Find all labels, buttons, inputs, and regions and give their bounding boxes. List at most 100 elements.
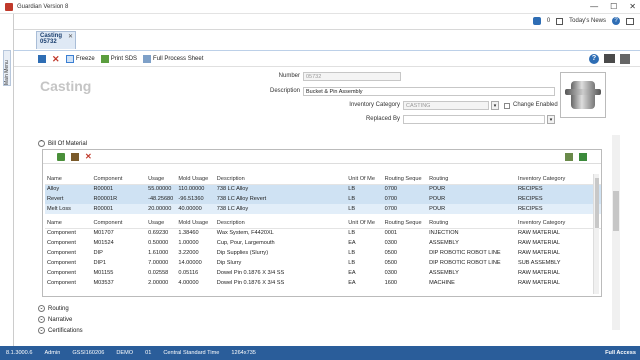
exit-record-icon[interactable] <box>620 54 630 64</box>
inventory-category-dropdown[interactable]: ▾ <box>491 101 499 110</box>
calendar-icon[interactable] <box>556 17 564 25</box>
full-process-sheet-button[interactable]: Full Process Sheet <box>143 54 203 63</box>
column-header[interactable]: Description <box>214 218 347 229</box>
edit-row-icon[interactable] <box>71 153 79 161</box>
table-row[interactable]: Alloy R00001 55.00000 110.00000 738 LC Alloy… <box>45 184 601 194</box>
column-header[interactable]: Usage <box>146 218 177 229</box>
app-title: Guardian Version 8 <box>17 3 69 10</box>
table-cell: 1.61000 <box>146 248 177 258</box>
table-row[interactable]: Component M01707 0.69230 1.38460 Wax System,… <box>45 228 601 238</box>
table-cell: MACHINE <box>427 278 517 288</box>
table-row[interactable]: Component M01155 0.02558 0.05116 Dowel Pin 0… <box>45 268 601 278</box>
expand-icon: ⌄ <box>38 327 45 334</box>
freeze-button[interactable]: Freeze <box>66 54 95 63</box>
collapse-icon: ⌃ <box>38 140 45 147</box>
inventory-category-field[interactable]: CASTING <box>403 101 489 110</box>
table-cell: Component <box>45 228 92 238</box>
export-icon[interactable] <box>565 153 573 161</box>
save-icon[interactable] <box>38 54 46 63</box>
column-header[interactable]: Routing Seque <box>382 218 428 229</box>
column-header[interactable]: Inventory Category <box>516 218 601 229</box>
close-tab-icon[interactable]: ✕ <box>68 33 73 40</box>
change-enabled-checkbox[interactable] <box>504 103 510 109</box>
expand-icon: ⌄ <box>38 305 45 312</box>
bill-of-material-header[interactable]: ⌃ Bill Of Material <box>38 140 87 147</box>
todays-news-link[interactable]: Today's News <box>569 18 606 24</box>
replaced-by-dropdown[interactable]: ▾ <box>547 115 555 124</box>
news-filter-icon[interactable] <box>532 17 541 25</box>
column-header[interactable]: Routing Seque <box>382 174 428 185</box>
maximize-button[interactable]: ☐ <box>610 2 617 11</box>
table-cell: 1.38460 <box>176 228 215 238</box>
product-image[interactable] <box>560 72 606 118</box>
bill-of-material-panel: ✕ Name Component Usage Mold Usage Descriptio… <box>42 149 602 297</box>
column-header[interactable]: Inventory Category <box>516 174 601 185</box>
bom-scrollbar[interactable] <box>593 174 599 294</box>
description-field[interactable]: Bucket & Pin Assembly <box>303 87 555 96</box>
column-header[interactable]: Mold Usage <box>176 174 215 185</box>
table-cell: 738 LC Alloy Revert <box>214 194 347 204</box>
description-label: Description <box>269 88 300 94</box>
routing-section[interactable]: ⌄ Routing <box>38 305 69 312</box>
main-scrollbar-thumb[interactable] <box>613 191 619 231</box>
table-cell: 7.00000 <box>146 258 177 268</box>
table-row[interactable]: Component DIP1 7.00000 14.00000 Dip Slurry LB… <box>45 258 601 268</box>
table-cell: LB <box>346 228 383 238</box>
bom-scrollbar-thumb[interactable] <box>595 178 599 228</box>
narrative-section[interactable]: ⌄ Narrative <box>38 316 72 323</box>
delete-row-icon[interactable]: ✕ <box>85 153 93 161</box>
table-row[interactable]: Melt Loss R00001 20.00000 40.00000 738 LC Al… <box>45 204 601 214</box>
excel-icon[interactable] <box>579 153 587 161</box>
number-field[interactable]: 05732 <box>303 72 401 81</box>
bill-of-material-label: Bill Of Material <box>48 140 88 147</box>
print-sds-button[interactable]: Print SDS <box>100 54 137 63</box>
main-menu-tab[interactable]: Main Menu <box>3 50 11 86</box>
column-header[interactable]: Component <box>91 218 147 229</box>
minimize-button[interactable]: — <box>590 2 598 11</box>
title-bar: Guardian Version 8 — ☐ ✕ <box>0 0 640 14</box>
exit-icon[interactable] <box>626 17 634 25</box>
column-header[interactable]: Unit Of Me <box>346 174 383 185</box>
expand-icon: ⌄ <box>38 316 45 323</box>
column-header[interactable]: Component <box>91 174 147 185</box>
replaced-by-field[interactable] <box>403 115 545 124</box>
table-cell: -48.25680 <box>146 194 177 204</box>
column-header[interactable]: Name <box>45 174 92 185</box>
process-sheet-icon <box>143 54 152 63</box>
table-cell: Component <box>45 258 92 268</box>
table-row[interactable]: Component DIP 1.61000 3.22000 Dip Supplies (… <box>45 248 601 258</box>
table-row[interactable]: Component M03537 2.00000 4.00000 Dowel Pin 0… <box>45 278 601 288</box>
delete-icon[interactable]: ✕ <box>52 54 60 63</box>
table-row[interactable]: Revert R00001R -48.25680 -96.51360 738 LC Al… <box>45 194 601 204</box>
document-tab-casting[interactable]: Casting 05732 ✕ <box>36 31 76 49</box>
column-header[interactable]: Description <box>214 174 347 185</box>
table-cell: DIP ROBOTIC ROBOT LINE <box>427 258 517 268</box>
column-header[interactable]: Usage <box>146 174 177 185</box>
table-cell: 1.00000 <box>176 238 215 248</box>
certifications-section[interactable]: ⌄ Certifications <box>38 327 83 334</box>
column-header[interactable]: Unit Of Me <box>346 218 383 229</box>
column-header[interactable]: Routing <box>427 174 517 185</box>
help-icon[interactable]: ? <box>589 54 599 64</box>
grid-header-row: Name Component Usage Mold Usage Description U… <box>45 174 601 185</box>
table-cell: POUR <box>427 184 517 194</box>
status-server: GSSI160206 <box>72 350 105 356</box>
freeze-label: Freeze <box>76 55 95 62</box>
table-cell: RAW MATERIAL <box>516 278 601 288</box>
close-window-button[interactable]: ✕ <box>629 2 636 11</box>
status-user: Admin <box>44 350 61 356</box>
print-icon <box>100 54 109 63</box>
table-cell: INJECTION <box>427 228 517 238</box>
screen-icon[interactable] <box>604 54 615 63</box>
help-icon[interactable]: ? <box>612 17 620 25</box>
page-title: Casting <box>40 78 92 94</box>
column-header[interactable]: Routing <box>427 218 517 229</box>
table-cell: Revert <box>45 194 92 204</box>
table-cell: EA <box>346 278 383 288</box>
column-header[interactable]: Name <box>45 218 92 229</box>
main-scrollbar[interactable] <box>612 135 620 330</box>
table-row[interactable]: Component M01524 0.50000 1.00000 Cup, Pour, … <box>45 238 601 248</box>
inventory-category-label: Inventory Category <box>349 102 400 108</box>
add-row-icon[interactable] <box>57 153 65 161</box>
column-header[interactable]: Mold Usage <box>176 218 215 229</box>
